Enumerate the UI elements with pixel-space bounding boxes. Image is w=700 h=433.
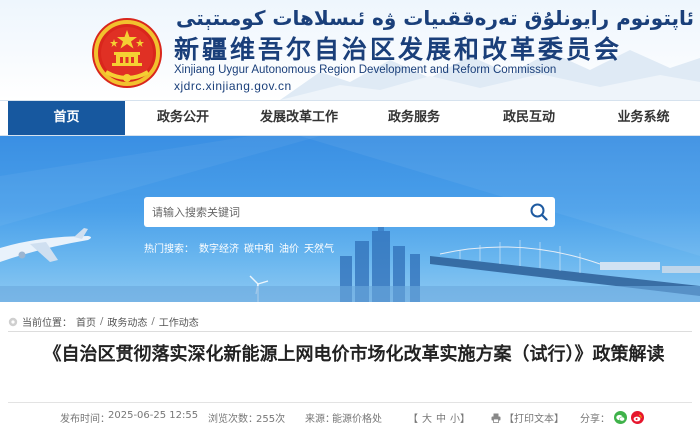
national-emblem-icon[interactable]: [90, 16, 164, 90]
article-meta: 发布时间： 2025-06-25 12:55 浏览次数： 255次 来源： 能源…: [0, 410, 700, 426]
nav-item-services[interactable]: 政务服务: [357, 101, 471, 135]
font-size-bracket: 【: [408, 414, 418, 425]
hot-keyword[interactable]: 碳中和: [244, 240, 274, 255]
views-label: 浏览次数：: [208, 414, 258, 425]
source-label: 来源：: [305, 414, 335, 425]
site-title[interactable]: 新疆维吾尔自治区发展和改革委员会: [174, 30, 622, 66]
printer-icon: [491, 413, 501, 423]
nav-item-reform-work[interactable]: 发展改革工作: [241, 101, 357, 135]
nav-item-government-affairs[interactable]: 政务公开: [125, 101, 241, 135]
font-size-large[interactable]: 大: [422, 410, 432, 425]
hero-banner: 热门搜索： 数字经济 碳中和 油价 天然气: [0, 136, 700, 302]
site-header: شىنجاڭ ئۇيغۇر ئاپتونوم رايونلۇق تەرەققىي…: [0, 0, 700, 100]
article-title: 《自治区贯彻落实深化新能源上网电价市场化改革实施方案（试行）》政策解读: [43, 344, 665, 365]
print-label: 【打印文本】: [504, 414, 564, 425]
page: شىنجاڭ ئۇيغۇر ئاپتونوم رايونلۇق تەرەققىي…: [0, 0, 700, 433]
share-group: 分享：: [580, 410, 644, 425]
font-size-medium[interactable]: 中: [436, 410, 446, 425]
breadcrumb-label: 当前位置：: [22, 318, 72, 329]
weibo-share-button[interactable]: [631, 411, 644, 424]
hot-keyword[interactable]: 天然气: [304, 240, 334, 255]
search-input[interactable]: [144, 197, 523, 227]
source-value: 能源价格处: [332, 414, 382, 425]
weibo-icon: [633, 414, 642, 421]
wechat-icon: [616, 414, 625, 421]
hot-search-label: 热门搜索：: [144, 244, 194, 255]
search-button[interactable]: [523, 197, 555, 227]
hot-searches: 热门搜索： 数字经济 碳中和 油价 天然气: [144, 240, 334, 255]
nav-item-interaction[interactable]: 政民互动: [471, 101, 587, 135]
print-button[interactable]: 【打印文本】: [491, 410, 564, 425]
search-bar: [144, 197, 555, 227]
breadcrumb: 当前位置： 首页 / 政务动态 / 工作动态: [8, 314, 199, 329]
nav-item-business-systems[interactable]: 业务系统: [587, 101, 700, 135]
divider: [8, 402, 692, 403]
breadcrumb-link-work-news[interactable]: 工作动态: [159, 314, 199, 329]
wechat-share-button[interactable]: [614, 411, 627, 424]
location-icon: [8, 317, 18, 326]
divider: [8, 331, 692, 332]
uyghur-site-title: شىنجاڭ ئۇيغۇر ئاپتونوم رايونلۇق تەرەققىي…: [176, 6, 700, 30]
nav-item-home[interactable]: 首页: [8, 101, 125, 135]
hot-keyword[interactable]: 数字经济: [199, 240, 239, 255]
search-icon: [530, 203, 548, 221]
main-nav: 首页 政务公开 发展改革工作 政务服务 政民互动 业务系统: [0, 100, 700, 136]
breadcrumb-separator: /: [100, 316, 104, 327]
site-domain: xjdrc.xinjiang.gov.cn: [174, 79, 292, 93]
publish-label: 发布时间：: [60, 414, 110, 425]
hot-keyword[interactable]: 油价: [279, 240, 299, 255]
font-size-bracket: 】: [460, 414, 470, 425]
view-count: 255次: [256, 414, 286, 425]
breadcrumb-separator: /: [151, 316, 155, 327]
breadcrumb-link-home[interactable]: 首页: [76, 314, 96, 329]
share-label: 分享：: [580, 414, 610, 425]
font-size-small[interactable]: 小: [450, 410, 460, 425]
site-title-english: Xinjiang Uygur Autonomous Region Develop…: [174, 64, 557, 76]
publish-time: 2025-06-25 12:55: [108, 410, 199, 421]
airplane-icon: [0, 228, 91, 262]
breadcrumb-link-news[interactable]: 政务动态: [107, 314, 147, 329]
